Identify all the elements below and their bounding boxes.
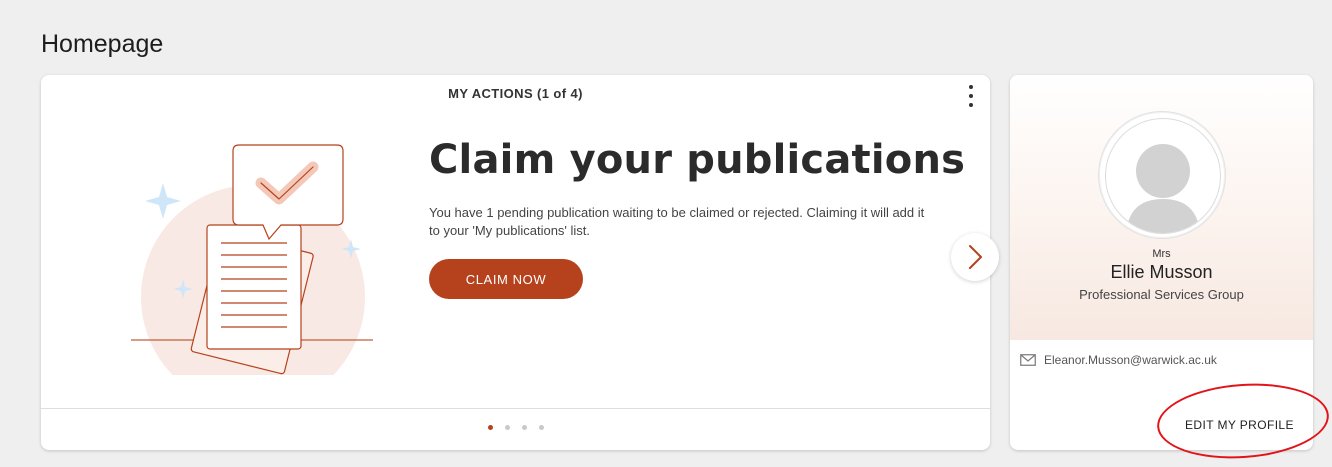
next-action-button[interactable] bbox=[951, 233, 999, 281]
profile-title-prefix: Mrs bbox=[1152, 248, 1171, 260]
my-actions-card: MY ACTIONS (1 of 4) Claim your publicati… bbox=[41, 75, 999, 450]
pagination-dot-2[interactable] bbox=[504, 425, 510, 430]
pagination-dot-1[interactable] bbox=[487, 425, 493, 430]
chevron-right-icon bbox=[969, 245, 982, 269]
actions-header: MY ACTIONS (1 of 4) bbox=[448, 86, 583, 101]
avatar bbox=[1098, 111, 1226, 239]
claim-now-button[interactable]: CLAIM NOW bbox=[429, 259, 583, 299]
profile-name: Ellie Musson bbox=[1110, 262, 1213, 282]
profile-group: Professional Services Group bbox=[1079, 287, 1244, 302]
action-description: You have 1 pending publication waiting t… bbox=[429, 205, 925, 238]
avatar-placeholder-icon bbox=[1126, 144, 1200, 233]
pagination-dot-3[interactable] bbox=[521, 425, 527, 430]
profile-email-row: Eleanor.Musson@warwick.ac.uk bbox=[1020, 353, 1217, 367]
pagination-dot-4[interactable] bbox=[538, 425, 544, 430]
action-title: Claim your publications bbox=[429, 137, 966, 183]
publications-illustration bbox=[131, 144, 373, 375]
edit-my-profile-link[interactable]: EDIT MY PROFILE bbox=[1185, 418, 1294, 432]
kebab-menu-icon[interactable] bbox=[966, 85, 976, 107]
card-divider bbox=[41, 408, 990, 409]
profile-card: Mrs Ellie Musson Professional Services G… bbox=[1010, 75, 1313, 450]
page-title: Homepage bbox=[41, 30, 164, 58]
profile-email: Eleanor.Musson@warwick.ac.uk bbox=[1044, 353, 1217, 367]
carousel-pagination bbox=[41, 425, 990, 430]
envelope-icon bbox=[1020, 354, 1036, 366]
